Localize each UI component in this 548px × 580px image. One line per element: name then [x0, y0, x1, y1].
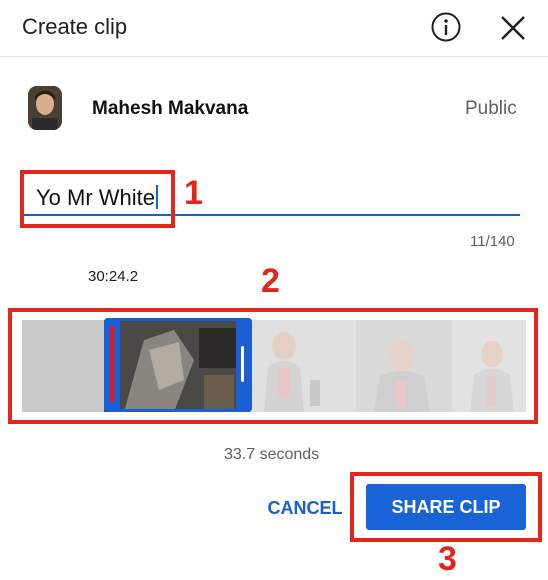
visibility-label[interactable]: Public — [465, 98, 517, 120]
annotation-box-2 — [8, 308, 538, 424]
dialog-title: Create clip — [22, 14, 128, 39]
character-counter: 11/140 — [470, 233, 515, 250]
clip-duration: 33.7 seconds — [224, 446, 320, 463]
dialog-header: Create clip — [0, 0, 548, 57]
clip-start-time: 30:24.2 — [88, 268, 139, 285]
annotation-box-3 — [350, 472, 542, 542]
annotation-number-1: 1 — [184, 174, 203, 212]
channel-name: Mahesh Makvana — [92, 98, 249, 119]
info-icon[interactable] — [430, 11, 462, 43]
close-icon[interactable] — [496, 11, 530, 45]
annotation-box-1 — [20, 170, 175, 228]
avatar — [28, 86, 62, 130]
annotation-number-2: 2 — [261, 262, 280, 300]
annotation-number-3: 3 — [438, 540, 457, 578]
cancel-button[interactable]: CANCEL — [258, 488, 352, 528]
